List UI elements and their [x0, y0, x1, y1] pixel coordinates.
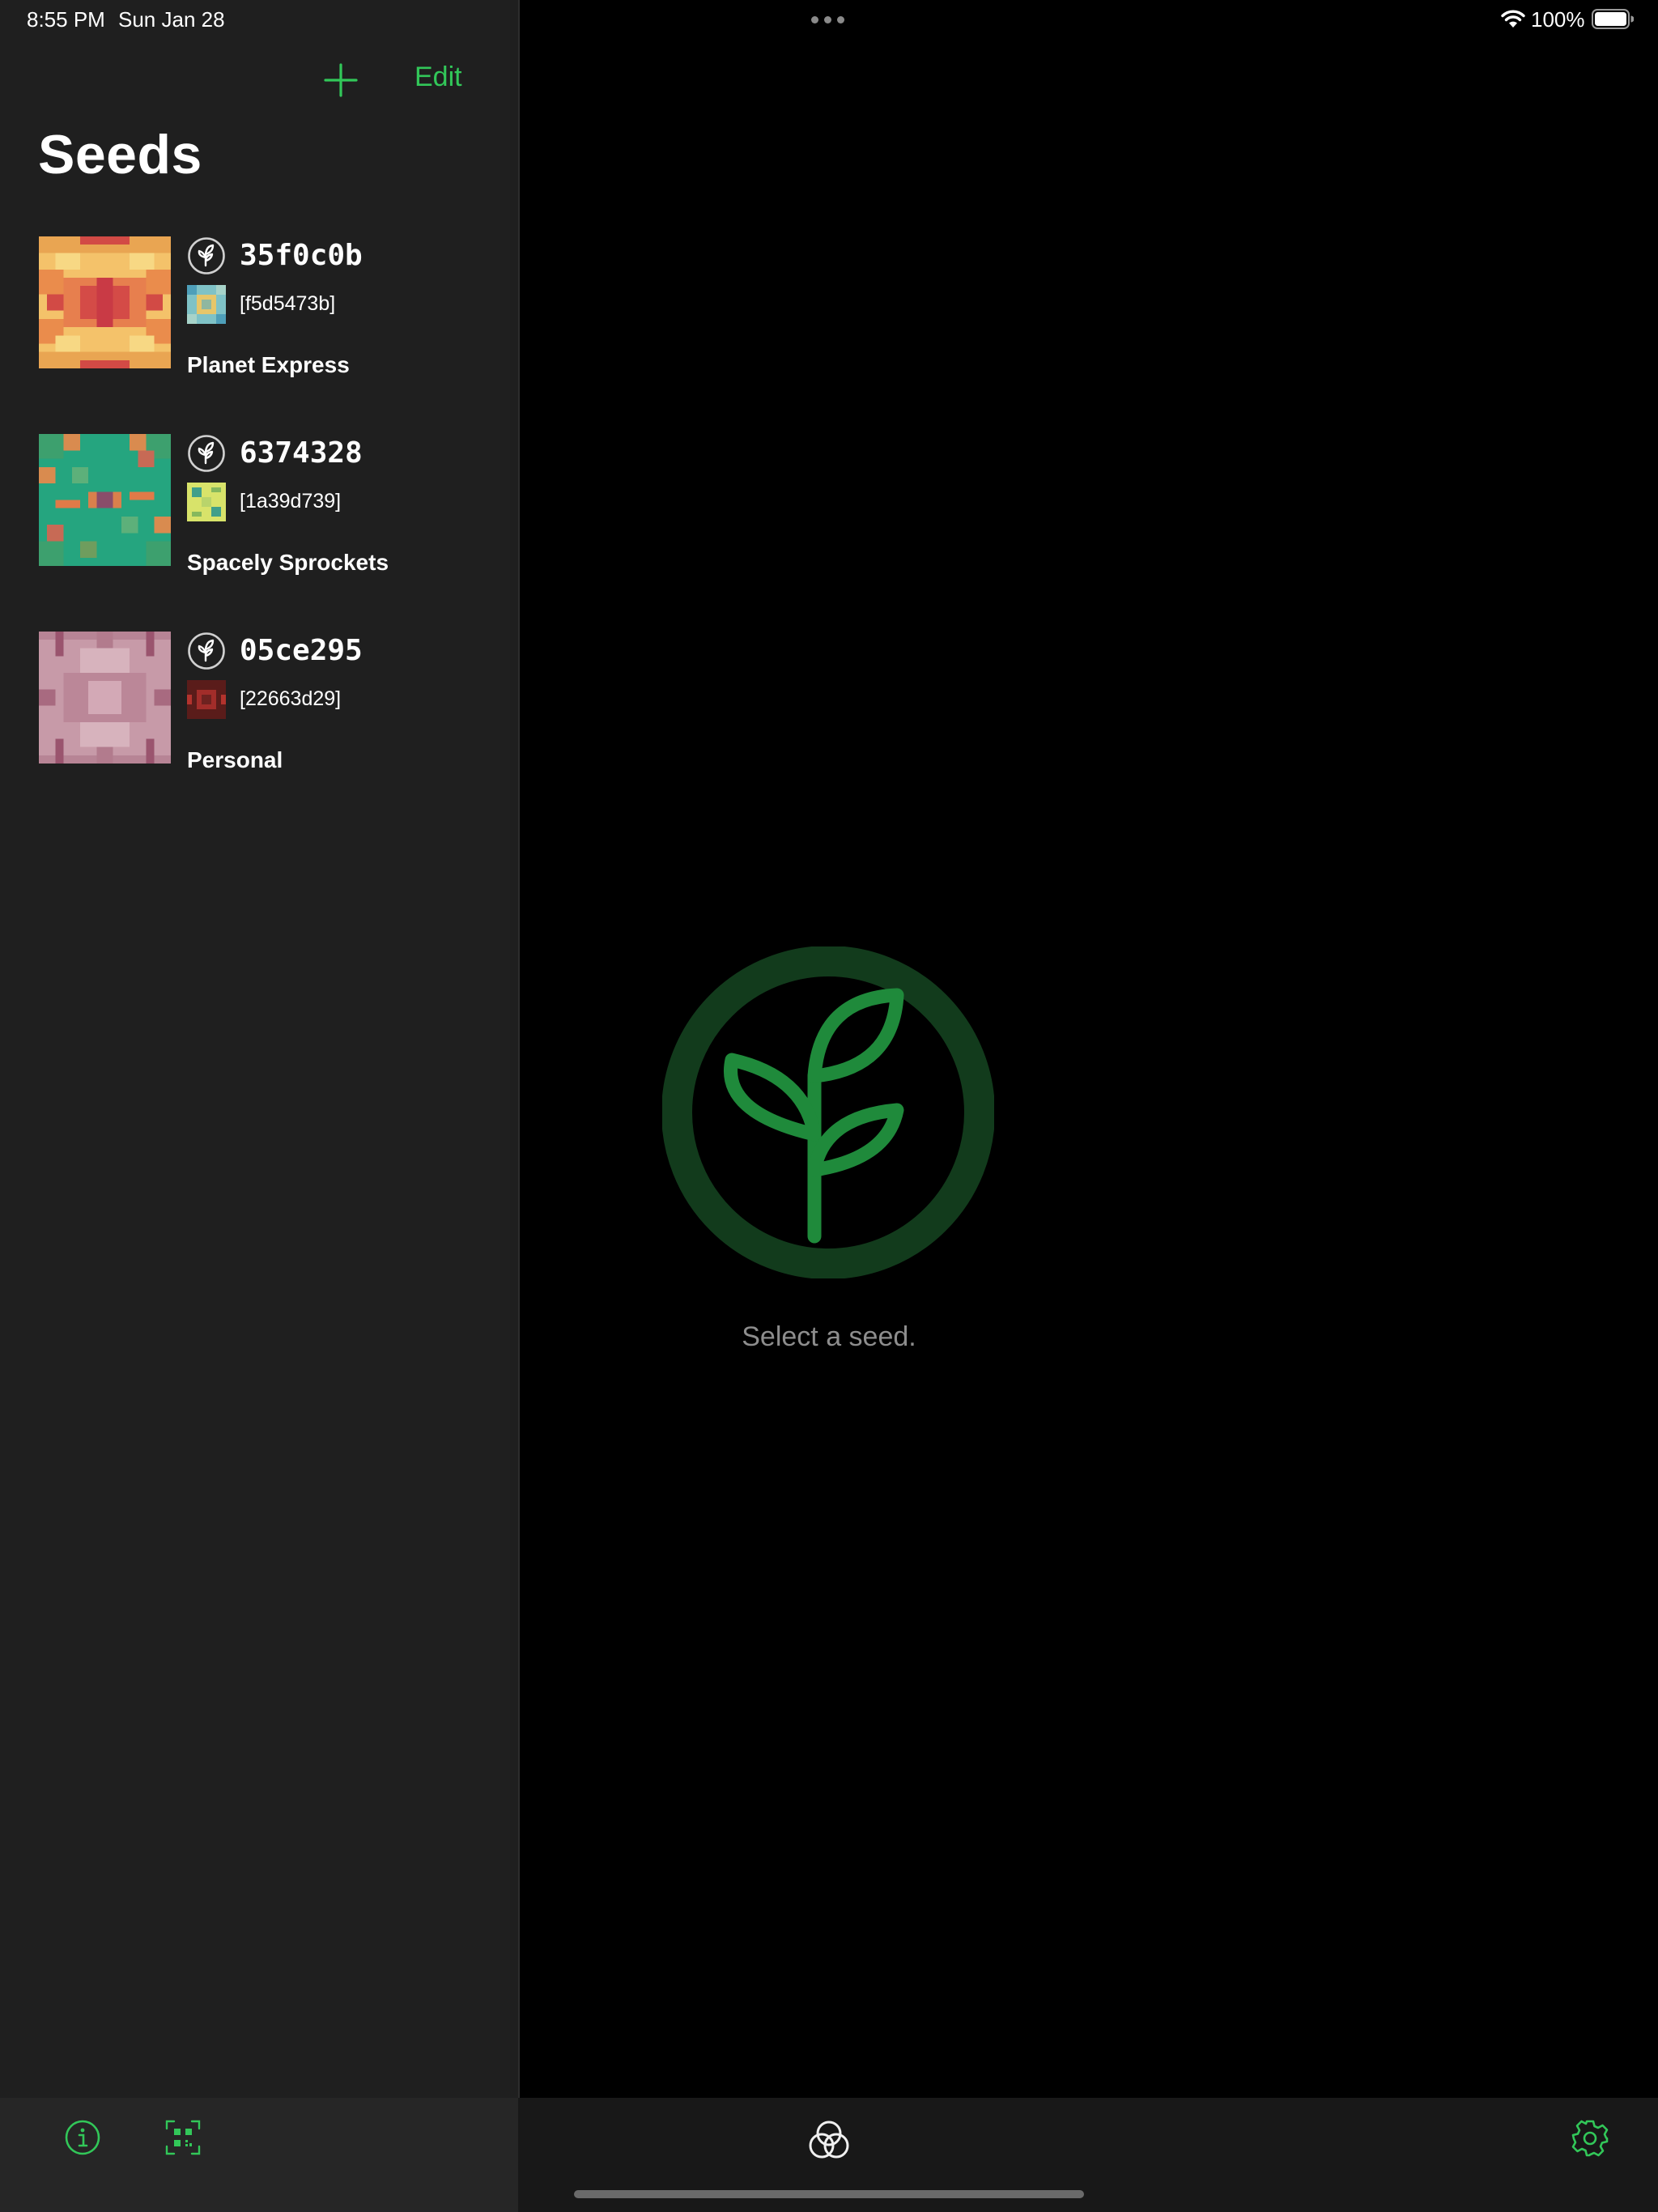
key-lifehash-image	[187, 285, 226, 324]
seedling-placeholder-icon	[662, 946, 994, 1278]
seed-lifehash-image	[39, 632, 171, 764]
status-bar: 8:55 PM Sun Jan 28 100%	[0, 0, 1658, 39]
info-icon[interactable]	[64, 2119, 101, 2156]
status-date: Sun Jan 28	[118, 7, 225, 32]
key-lifehash-image	[187, 680, 226, 719]
add-seed-button[interactable]	[322, 62, 359, 99]
edit-button[interactable]: Edit	[414, 62, 462, 93]
seed-id: 35f0c0b	[240, 239, 363, 272]
key-id: [1a39d739]	[240, 490, 342, 513]
qr-scan-icon[interactable]	[165, 2119, 201, 2156]
status-time: 8:55 PM	[27, 7, 105, 32]
seed-name: Planet Express	[187, 352, 350, 377]
battery-icon	[1592, 9, 1634, 29]
blockchain-commons-icon[interactable]	[807, 2118, 851, 2162]
seed-icon	[188, 632, 225, 670]
gear-icon[interactable]	[1571, 2119, 1609, 2158]
seed-lifehash-image	[39, 236, 171, 368]
seed-id: 6374328	[240, 436, 363, 470]
sidebar: Edit Seeds 35f0c0b [f5d5473b] Planet Exp…	[0, 0, 520, 2098]
page-title: Seeds	[38, 124, 202, 185]
select-seed-placeholder: Select a seed.	[742, 1321, 916, 1352]
seed-icon	[188, 237, 225, 274]
home-indicator[interactable]	[574, 2190, 1084, 2198]
key-lifehash-image	[187, 483, 226, 521]
wifi-icon	[1501, 10, 1525, 28]
battery-percent: 100%	[1531, 7, 1585, 32]
multitasking-dots-icon[interactable]	[811, 16, 844, 23]
key-id: [f5d5473b]	[240, 292, 336, 315]
seed-row-6374328[interactable]: 6374328 [1a39d739] Spacely Sprockets	[0, 434, 518, 588]
seed-row-35f0c0b[interactable]: 35f0c0b [f5d5473b] Planet Express	[0, 236, 518, 390]
seed-id: 05ce295	[240, 634, 363, 667]
seed-row-05ce295[interactable]: 05ce295 [22663d29] Personal	[0, 632, 518, 785]
key-id: [22663d29]	[240, 687, 342, 710]
seed-name: Personal	[187, 747, 283, 772]
seed-name: Spacely Sprockets	[187, 550, 389, 575]
seed-lifehash-image	[39, 434, 171, 566]
seed-icon	[188, 435, 225, 472]
